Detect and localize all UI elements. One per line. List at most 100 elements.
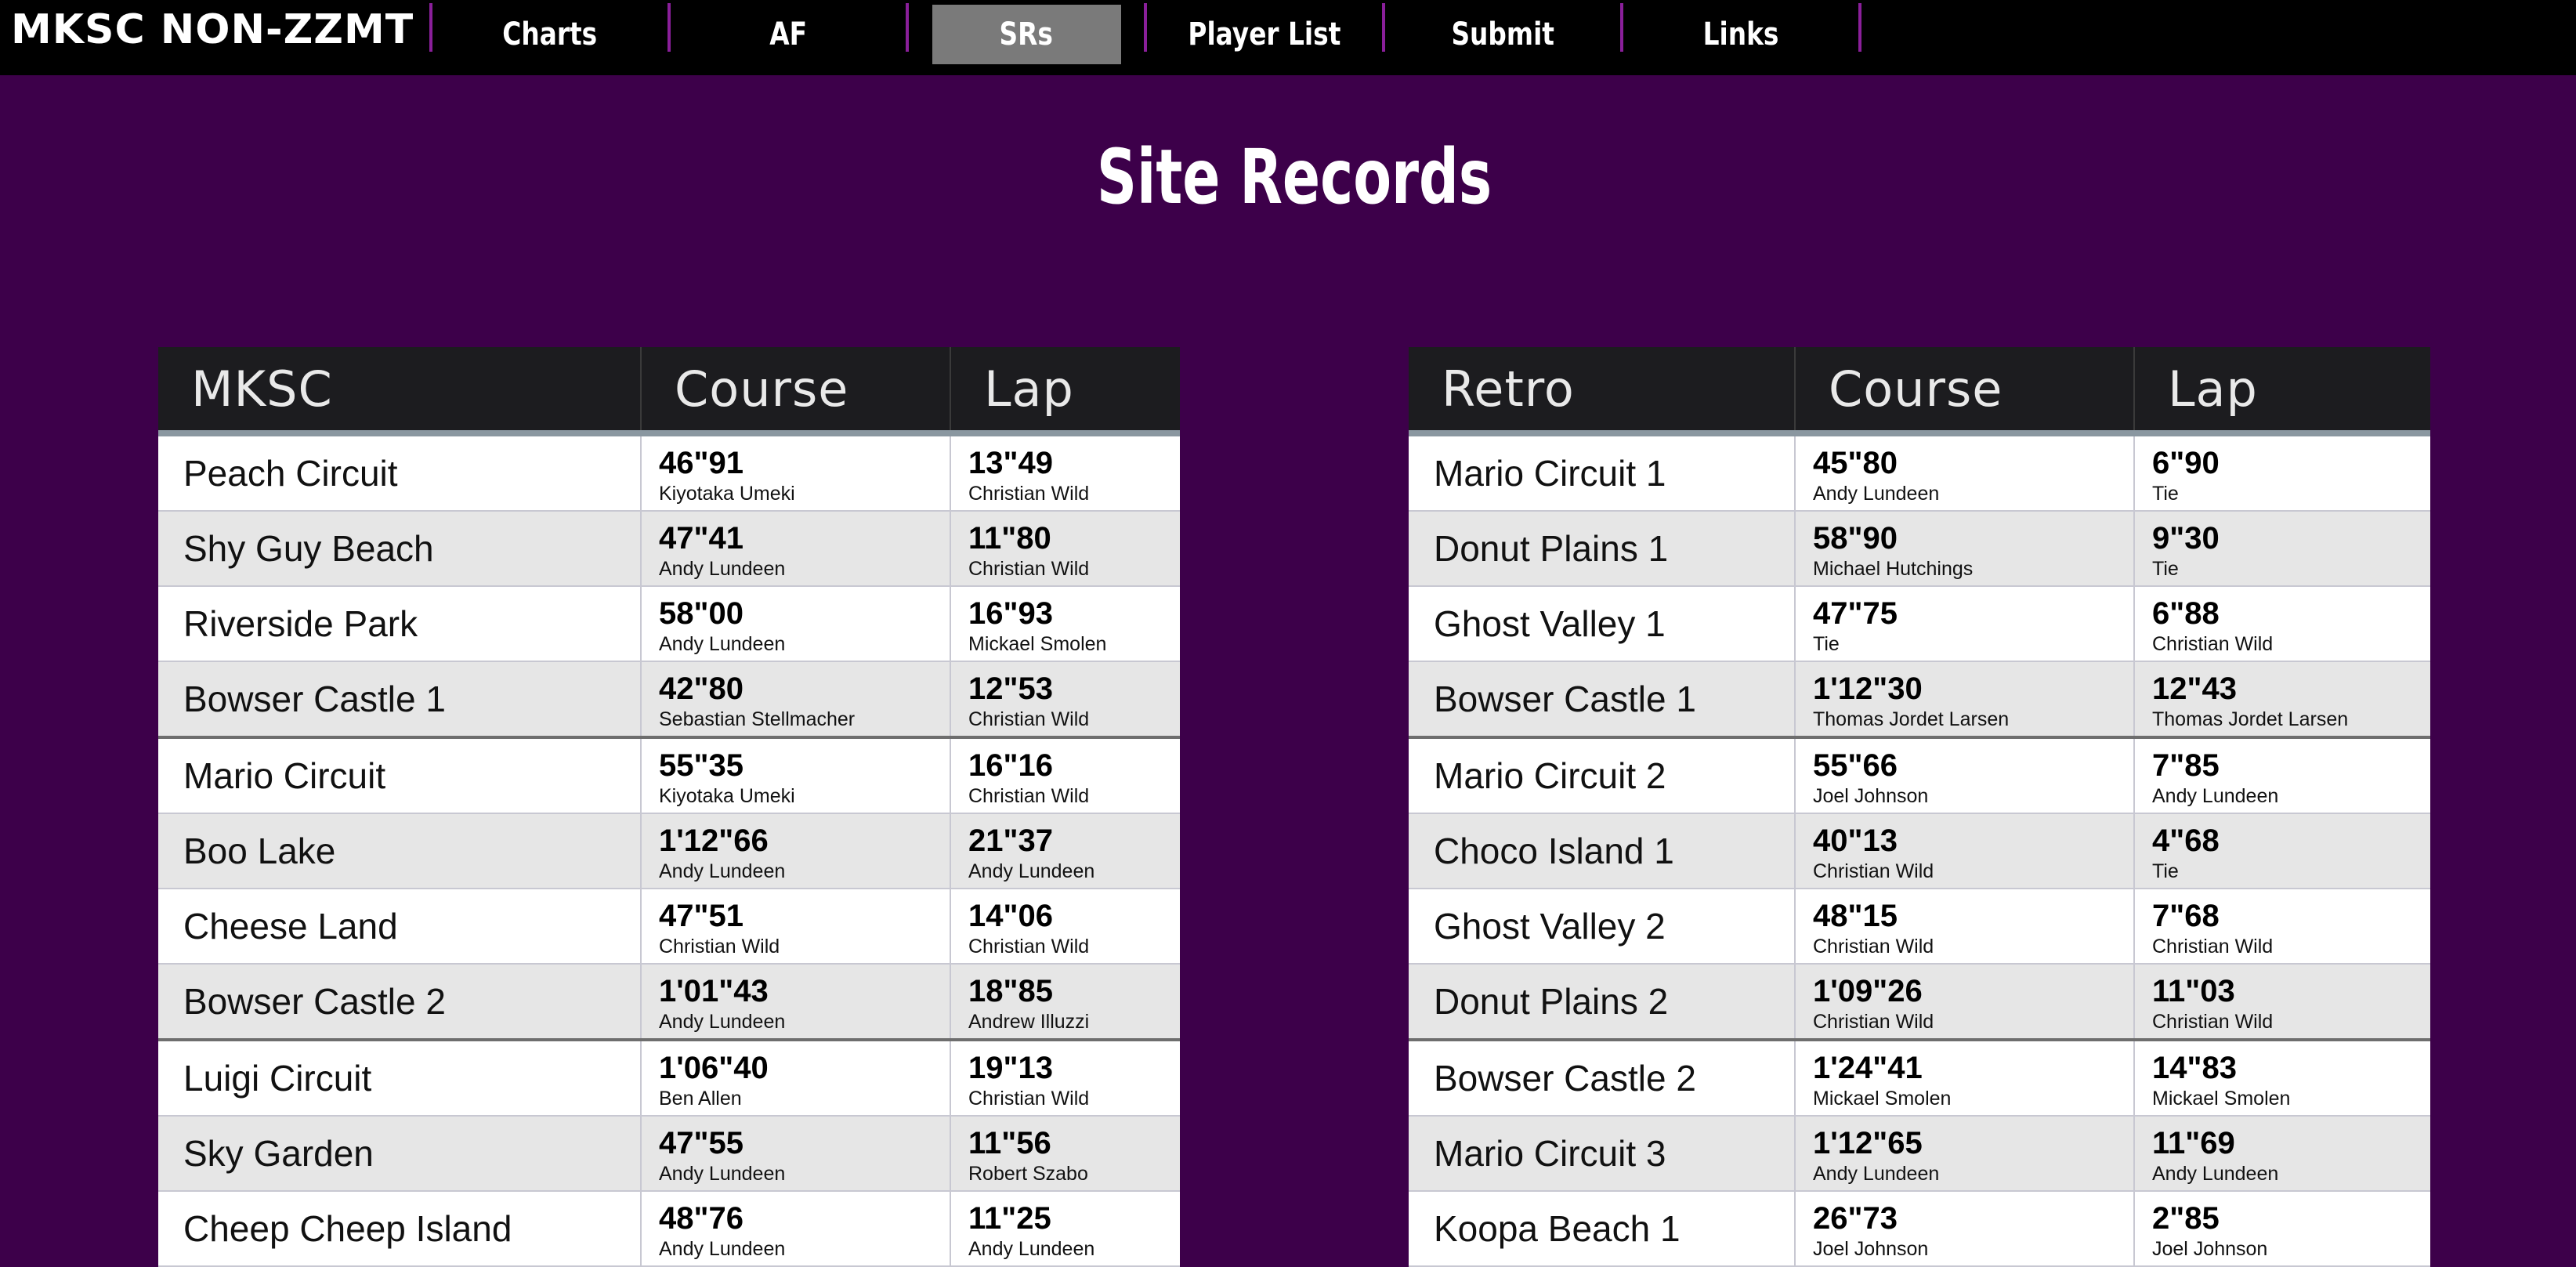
course-record-player[interactable]: Andy Lundeen [659,632,950,656]
lap-record-time[interactable]: 12"53 [968,672,1180,706]
course-name[interactable]: Bowser Castle 1 [158,661,642,739]
course-record-time[interactable]: 47"41 [659,521,950,556]
course-name[interactable]: Peach Circuit [158,433,642,512]
course-record-time[interactable]: 1'06"40 [659,1051,950,1085]
course-name[interactable]: Bowser Castle 2 [158,964,642,1041]
lap-record-player[interactable]: Tie [2152,860,2430,883]
course-record-player[interactable]: Christian Wild [1813,935,2133,958]
lap-record-player[interactable]: Tie [2152,482,2430,505]
lap-record-player[interactable]: Christian Wild [968,935,1180,958]
lap-record-player[interactable]: Mickael Smolen [2152,1087,2430,1110]
lap-record-time[interactable]: 6"88 [2152,596,2430,631]
course-record-time[interactable]: 55"66 [1813,748,2133,783]
course-record-player[interactable]: Andy Lundeen [659,1162,950,1186]
course-name[interactable]: Shy Guy Beach [158,511,642,587]
lap-record-time[interactable]: 11"80 [968,521,1180,556]
lap-record-time[interactable]: 13"49 [968,446,1180,480]
course-name[interactable]: Koopa Beach 1 [1409,1191,1796,1267]
course-record-time[interactable]: 1'09"26 [1813,974,2133,1008]
course-record-time[interactable]: 1'01"43 [659,974,950,1008]
lap-record-player[interactable]: Christian Wild [968,1087,1180,1110]
lap-record-time[interactable]: 19"13 [968,1051,1180,1085]
lap-record-player[interactable]: Christian Wild [968,482,1180,505]
lap-record-player[interactable]: Christian Wild [2152,935,2430,958]
lap-record-time[interactable]: 16"16 [968,748,1180,783]
nav-item-player-list[interactable]: Player List [1147,0,1382,75]
site-logo[interactable]: MKSC NON-ZZMT [11,3,414,56]
lap-record-player[interactable]: Christian Wild [2152,632,2430,656]
course-record-time[interactable]: 48"76 [659,1201,950,1236]
course-name[interactable]: Cheese Land [158,889,642,965]
course-record-player[interactable]: Kiyotaka Umeki [659,482,950,505]
course-record-player[interactable]: Joel Johnson [1813,1237,2133,1261]
course-name[interactable]: Donut Plains 2 [1409,964,1796,1041]
course-record-time[interactable]: 1'12"30 [1813,672,2133,706]
course-name[interactable]: Ghost Valley 1 [1409,586,1796,662]
course-record-player[interactable]: Christian Wild [1813,860,2133,883]
lap-record-time[interactable]: 11"56 [968,1126,1180,1160]
course-record-player[interactable]: Andy Lundeen [659,1010,950,1034]
lap-record-time[interactable]: 11"03 [2152,974,2430,1008]
lap-record-player[interactable]: Mickael Smolen [968,632,1180,656]
course-record-player[interactable]: Andy Lundeen [659,557,950,581]
nav-item-links[interactable]: Links [1623,0,1858,75]
lap-record-player[interactable]: Andy Lundeen [2152,1162,2430,1186]
course-record-player[interactable]: Christian Wild [659,935,950,958]
course-record-player[interactable]: Andy Lundeen [1813,1162,2133,1186]
lap-record-time[interactable]: 2"85 [2152,1201,2430,1236]
course-record-time[interactable]: 45"80 [1813,446,2133,480]
course-record-player[interactable]: Kiyotaka Umeki [659,784,950,808]
lap-record-player[interactable]: Christian Wild [968,708,1180,731]
course-record-time[interactable]: 47"55 [659,1126,950,1160]
course-record-time[interactable]: 1'12"66 [659,824,950,858]
nav-item-charts[interactable]: Charts [432,0,668,75]
course-name[interactable]: Mario Circuit 2 [1409,737,1796,814]
lap-record-time[interactable]: 11"69 [2152,1126,2430,1160]
course-record-time[interactable]: 26"73 [1813,1201,2133,1236]
course-name[interactable]: Ghost Valley 2 [1409,889,1796,965]
lap-record-time[interactable]: 21"37 [968,824,1180,858]
course-record-player[interactable]: Christian Wild [1813,1010,2133,1034]
lap-record-player[interactable]: Andy Lundeen [968,860,1180,883]
lap-record-time[interactable]: 16"93 [968,596,1180,631]
course-record-time[interactable]: 58"00 [659,596,950,631]
course-record-player[interactable]: Joel Johnson [1813,784,2133,808]
course-record-time[interactable]: 40"13 [1813,824,2133,858]
course-record-time[interactable]: 47"75 [1813,596,2133,631]
course-record-player[interactable]: Mickael Smolen [1813,1087,2133,1110]
nav-item-af[interactable]: AF [671,0,906,75]
lap-record-player[interactable]: Christian Wild [968,784,1180,808]
course-name[interactable]: Mario Circuit 1 [1409,433,1796,512]
lap-record-time[interactable]: 4"68 [2152,824,2430,858]
lap-record-time[interactable]: 11"25 [968,1201,1180,1236]
course-name[interactable]: Boo Lake [158,813,642,889]
course-record-time[interactable]: 47"51 [659,899,950,933]
lap-record-time[interactable]: 14"83 [2152,1051,2430,1085]
course-name[interactable]: Cheep Cheep Island [158,1191,642,1267]
course-record-player[interactable]: Ben Allen [659,1087,950,1110]
lap-record-time[interactable]: 7"68 [2152,899,2430,933]
course-name[interactable]: Bowser Castle 1 [1409,661,1796,739]
lap-record-time[interactable]: 6"90 [2152,446,2430,480]
lap-record-player[interactable]: Joel Johnson [2152,1237,2430,1261]
course-record-time[interactable]: 1'12"65 [1813,1126,2133,1160]
lap-record-time[interactable]: 7"85 [2152,748,2430,783]
course-name[interactable]: Mario Circuit 3 [1409,1116,1796,1192]
course-record-player[interactable]: Sebastian Stellmacher [659,708,950,731]
course-record-player[interactable]: Andy Lundeen [1813,482,2133,505]
course-name[interactable]: Donut Plains 1 [1409,511,1796,587]
course-name[interactable]: Luigi Circuit [158,1040,642,1117]
nav-item-srs[interactable]: SRs [909,0,1144,75]
course-record-time[interactable]: 46"91 [659,446,950,480]
course-record-time[interactable]: 1'24"41 [1813,1051,2133,1085]
lap-record-player[interactable]: Christian Wild [2152,1010,2430,1034]
nav-item-submit[interactable]: Submit [1385,0,1620,75]
lap-record-time[interactable]: 18"85 [968,974,1180,1008]
lap-record-time[interactable]: 14"06 [968,899,1180,933]
course-record-time[interactable]: 58"90 [1813,521,2133,556]
course-record-player[interactable]: Thomas Jordet Larsen [1813,708,2133,731]
course-name[interactable]: Mario Circuit [158,737,642,814]
course-record-player[interactable]: Andy Lundeen [659,860,950,883]
course-name[interactable]: Sky Garden [158,1116,642,1192]
lap-record-time[interactable]: 9"30 [2152,521,2430,556]
